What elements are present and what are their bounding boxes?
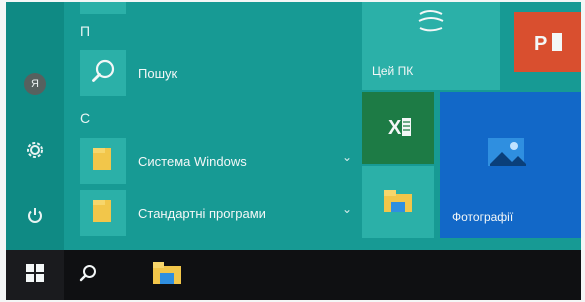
windows-logo-icon	[26, 263, 44, 287]
excel-glyph: X	[388, 117, 402, 139]
chevron-down-icon[interactable]: ⌄	[342, 150, 352, 164]
folder-icon	[91, 146, 115, 177]
user-account-button[interactable]: Я	[6, 64, 64, 104]
tile-excel[interactable]: X	[362, 92, 434, 164]
tiles-area: Цей ПК X Фотографії P	[362, 2, 581, 250]
tile-photos[interactable]: Фотографії	[440, 92, 581, 238]
powerpoint-glyph: P	[534, 33, 547, 55]
tile-label: Фотографії	[452, 210, 514, 224]
section-header-p[interactable]: П	[80, 23, 90, 39]
app-item-windows-system[interactable]: Система Windows ⌄	[80, 138, 362, 184]
tile-this-pc[interactable]: Цей ПК	[362, 2, 500, 90]
computer-icon	[414, 8, 448, 41]
avatar-letter: Я	[31, 78, 39, 90]
app-tile	[80, 138, 126, 184]
app-item-label: Пошук	[138, 65, 178, 81]
app-tile	[80, 50, 126, 96]
app-list: П Пошук С Система Windows ⌄ Стандартні п…	[64, 2, 364, 250]
power-button[interactable]	[6, 198, 64, 238]
tile-label: Цей ПК	[372, 64, 414, 78]
app-item-label: Стандартні програми	[138, 205, 266, 221]
settings-button[interactable]	[6, 132, 64, 172]
tile-file-explorer[interactable]	[362, 166, 434, 238]
start-button[interactable]	[6, 250, 64, 300]
image-icon	[484, 132, 528, 177]
gear-icon	[25, 140, 45, 165]
app-item-label: Система Windows	[138, 153, 247, 169]
tile-powerpoint[interactable]: P	[514, 12, 581, 72]
app-item-standard-programs[interactable]: Стандартні програми ⌄	[80, 190, 362, 236]
folder-icon	[152, 261, 182, 290]
folder-icon	[382, 188, 414, 221]
power-icon	[25, 206, 45, 231]
chevron-down-icon[interactable]: ⌄	[342, 202, 352, 216]
start-menu: Я П Пошук С Система Windows ⌄ Стандартні…	[6, 2, 581, 300]
start-rail: Я	[6, 2, 64, 250]
app-item-search[interactable]: Пошук	[80, 50, 362, 96]
search-icon	[89, 57, 117, 90]
powerpoint-icon: P	[532, 28, 566, 61]
search-icon	[78, 263, 98, 288]
app-tile	[80, 190, 126, 236]
folder-icon	[91, 198, 115, 229]
taskbar-file-explorer[interactable]	[142, 250, 192, 300]
taskbar	[6, 250, 581, 300]
section-header-s[interactable]: С	[80, 110, 90, 126]
avatar: Я	[24, 73, 46, 95]
taskbar-search-button[interactable]	[64, 250, 112, 300]
excel-icon: X	[384, 112, 414, 147]
app-tile-partial	[80, 2, 126, 14]
